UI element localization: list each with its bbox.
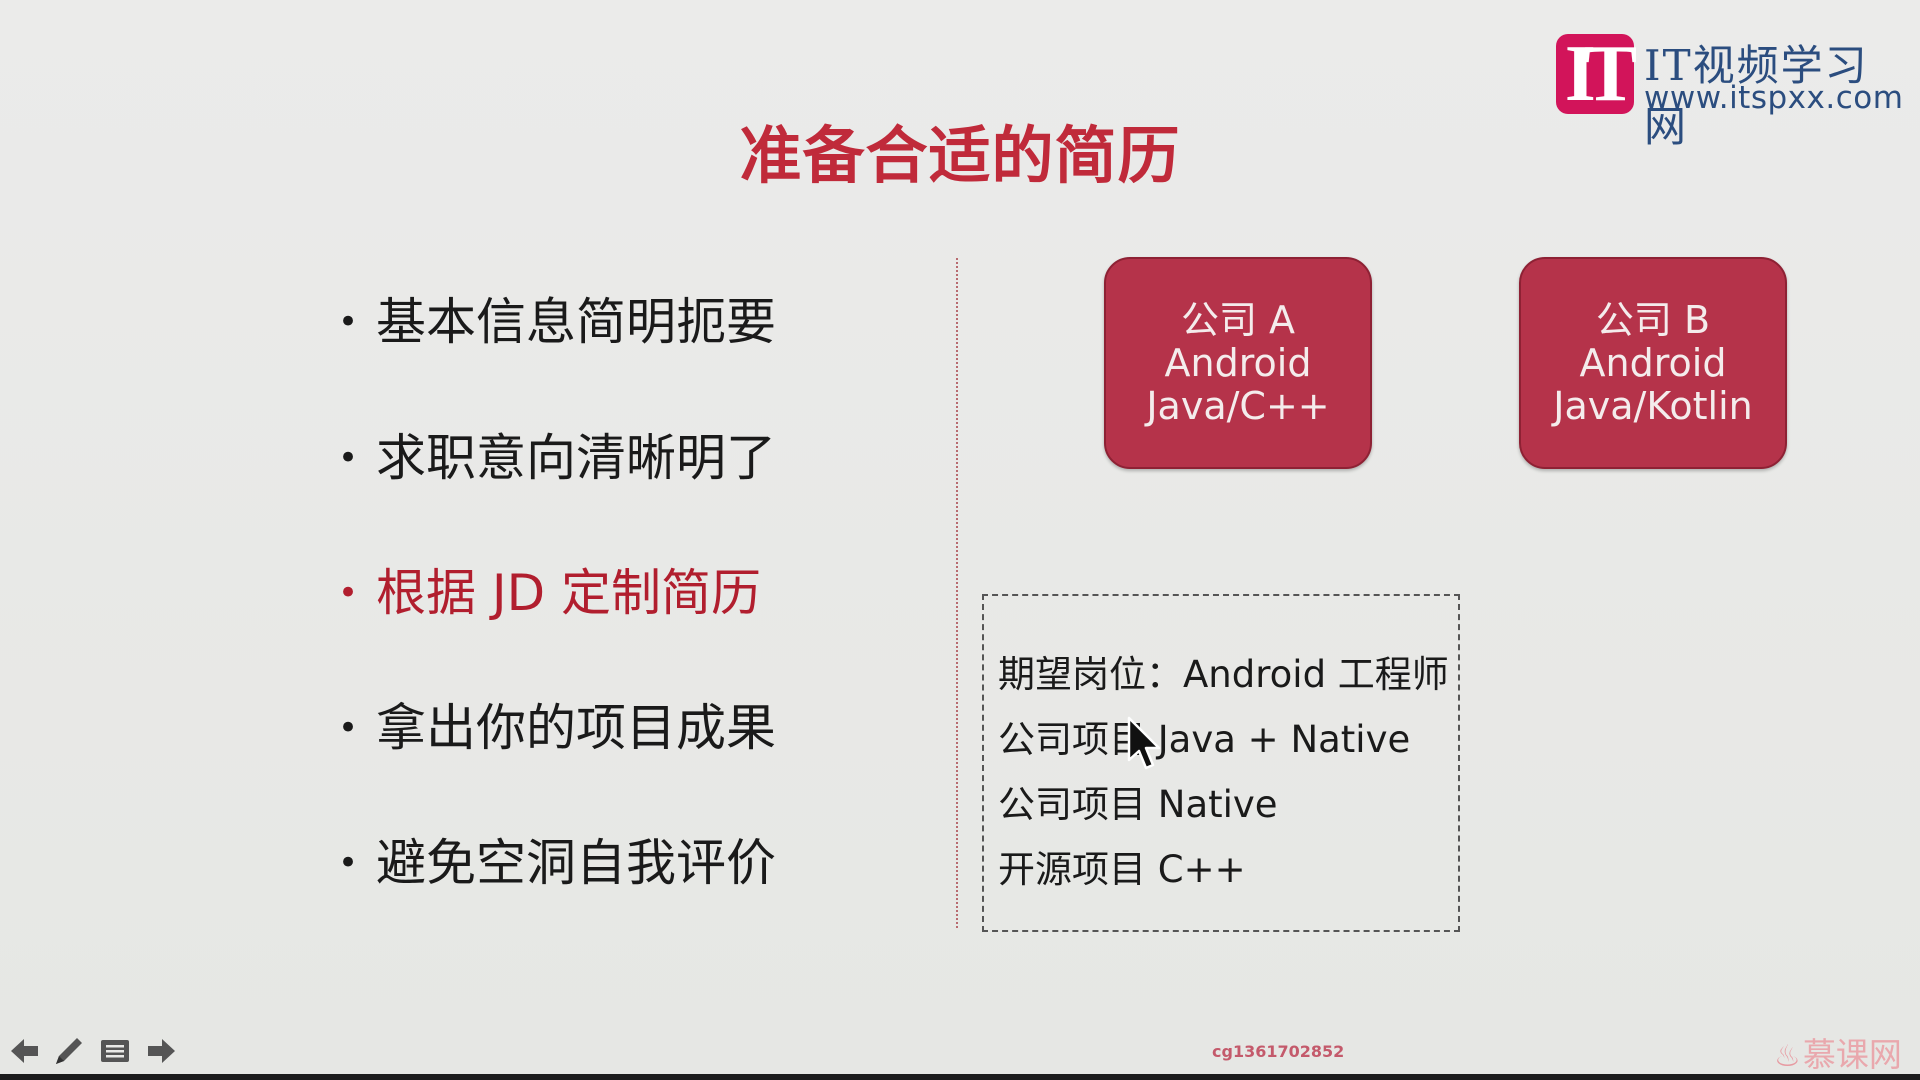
- resume-line: 开源项目 C++: [998, 848, 1246, 891]
- slide-title: 准备合适的简历: [739, 119, 1181, 192]
- bullet-item-active: • 根据 JD 定制简历: [338, 564, 762, 622]
- company-languages: Java/C++: [1146, 383, 1330, 428]
- logo-url: www.itspxx.com: [1644, 80, 1904, 116]
- company-platform: Android: [1164, 340, 1312, 385]
- bullet-item: • 基本信息简明扼要: [338, 293, 776, 351]
- company-a-box: 公司 A Android Java/C++: [1104, 257, 1372, 469]
- company-languages: Java/Kotlin: [1553, 383, 1753, 428]
- pen-icon[interactable]: [52, 1034, 86, 1068]
- bottom-bar: [0, 1074, 1920, 1080]
- bullet-dot-icon: •: [338, 572, 359, 613]
- logo-mark: IT: [1556, 34, 1637, 114]
- watermark-text: cg1361702852: [1212, 1042, 1345, 1061]
- company-b-box: 公司 B Android Java/Kotlin: [1519, 257, 1787, 469]
- menu-icon[interactable]: [98, 1034, 132, 1068]
- vertical-divider: [956, 258, 958, 928]
- resume-box: 期望岗位：Android 工程师 公司项目 Java + Native 公司项目…: [982, 594, 1460, 932]
- company-platform: Android: [1579, 340, 1727, 385]
- bullet-dot-icon: •: [338, 437, 359, 478]
- bullet-item: • 求职意向清晰明了: [338, 429, 776, 487]
- flame-icon: ♨: [1774, 1039, 1801, 1074]
- resume-line: 公司项目 Java + Native: [998, 718, 1411, 761]
- bullet-dot-icon: •: [338, 707, 359, 748]
- resume-line: 公司项目 Native: [998, 783, 1278, 826]
- next-arrow-icon[interactable]: [144, 1034, 178, 1068]
- bullet-dot-icon: •: [338, 301, 359, 342]
- bullet-item: • 拿出你的项目成果: [338, 699, 776, 757]
- presentation-slide: 准备合适的简历 IT IT视频学习网 www.itspxx.com • 基本信息简…: [0, 0, 1920, 1074]
- company-label: 公司 B: [1595, 297, 1711, 342]
- bullet-dot-icon: •: [338, 842, 359, 883]
- brand-logo: ♨慕课网: [1774, 1035, 1902, 1074]
- site-logo: IT IT视频学习网 www.itspxx.com: [1552, 28, 1912, 151]
- mouse-pointer-icon: [1127, 716, 1161, 770]
- bullet-item: • 避免空洞自我评价: [338, 834, 776, 892]
- company-label: 公司 A: [1180, 297, 1296, 342]
- resume-line: 期望岗位：Android 工程师: [998, 653, 1449, 696]
- previous-arrow-icon[interactable]: [8, 1034, 42, 1068]
